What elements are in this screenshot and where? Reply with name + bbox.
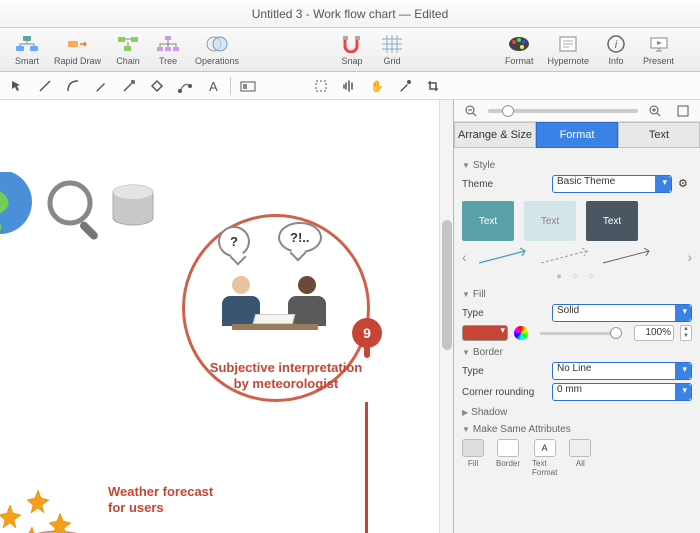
paper [253,314,296,324]
database-icon [110,184,156,235]
section-style[interactable]: Style [462,160,692,171]
same-border-button[interactable]: Border [496,439,520,477]
tab-arrange[interactable]: Arrange & Size [454,122,536,148]
same-fill-button[interactable]: Fill [462,439,484,477]
library-tool[interactable] [237,76,259,96]
fill-type-select[interactable]: Solid [552,304,692,322]
line-tool[interactable] [34,76,56,96]
speech-bubble-1: ? [218,226,250,257]
shape-tool[interactable] [146,76,168,96]
curve-tool[interactable] [62,76,84,96]
border-type-label: Type [462,366,546,377]
tab-format[interactable]: Format [536,122,618,148]
tab-text[interactable]: Text [618,122,700,148]
section-shadow[interactable]: Shadow [462,407,692,418]
style-prev[interactable]: ‹ [462,249,467,265]
opacity-stepper[interactable]: ▲▼ [680,325,692,341]
rapid-draw-button[interactable]: Rapid Draw [48,31,107,68]
opacity-value[interactable]: 100% [634,325,674,341]
inspector-sidebar: ✋ Arrange & Size Format Text Style Theme… [454,100,700,533]
style-next[interactable]: › [687,249,692,265]
speech-bubble-2: ?!.. [278,222,322,253]
color-picker-icon[interactable] [514,326,528,340]
node-9-label: Subjective interpretation by meteorologi… [196,360,376,393]
section-border[interactable]: Border [462,347,692,358]
operations-button[interactable]: Operations [189,31,245,68]
table [232,324,318,330]
arrow-style-3[interactable] [601,247,653,267]
window-title: Untitled 3 - Work flow chart — Edited [0,0,700,28]
fill-type-label: Type [462,308,546,319]
connector-tool[interactable] [118,76,140,96]
corner-rounding-select[interactable]: 0 mm [552,383,692,401]
tree-button[interactable]: Tree [149,31,187,68]
pen-tool[interactable] [90,76,112,96]
info-button[interactable]: iInfo [597,31,635,68]
theme-label: Theme [462,179,546,190]
border-type-select[interactable]: No Line [552,362,692,380]
svg-text:A: A [209,79,218,93]
zoom-fit-icon[interactable] [672,101,694,121]
canvas[interactable]: ? ?!.. 9 Subjective interpretation by me… [0,100,454,533]
hypernote-button[interactable]: Hypernote [541,31,595,68]
zoom-slider[interactable] [488,109,638,113]
canvas-scrollbar[interactable] [439,100,453,533]
style-swatch-2[interactable]: Text [524,201,576,241]
node-edit-tool[interactable] [174,76,196,96]
present-button[interactable]: Present [637,31,680,68]
style-swatch-3[interactable]: Text [586,201,638,241]
same-text-button[interactable]: AText Format [532,439,557,477]
arrow-style-2[interactable] [539,247,591,267]
arrow-style-1[interactable] [477,247,529,267]
node-9-badge: 9 [352,318,382,348]
fill-color-well[interactable] [462,325,508,341]
zoom-in-icon[interactable] [644,101,666,121]
corner-rounding-label: Corner rounding [462,387,546,398]
node-10-label: Weather forecast for users [108,484,258,517]
grid-button[interactable]: Grid [373,31,411,68]
style-page-dots[interactable]: ● ○ ○ [462,271,692,281]
magnifier-icon [42,178,112,251]
chain-button[interactable]: Chain [109,31,147,68]
text-tool[interactable]: A [202,76,224,96]
format-panel-button[interactable]: Format [499,31,540,68]
gear-icon[interactable]: ⚙ [678,177,692,191]
section-fill[interactable]: Fill [462,289,692,300]
smart-button[interactable]: Smart [8,31,46,68]
svg-text:i: i [615,39,618,51]
opacity-slider[interactable] [540,332,622,335]
style-swatch-1[interactable]: Text [462,201,514,241]
inspector-tabs: Arrange & Size Format Text [454,122,700,148]
zoom-out-icon[interactable] [460,101,482,121]
same-all-button[interactable]: All [569,439,591,477]
pointer-tool[interactable] [6,76,28,96]
section-make-same[interactable]: Make Same Attributes [462,424,692,435]
theme-select[interactable]: Basic Theme [552,175,672,193]
main-toolbar: Smart Rapid Draw Chain Tree Operations S… [0,28,700,72]
snap-button[interactable]: Snap [333,31,371,68]
